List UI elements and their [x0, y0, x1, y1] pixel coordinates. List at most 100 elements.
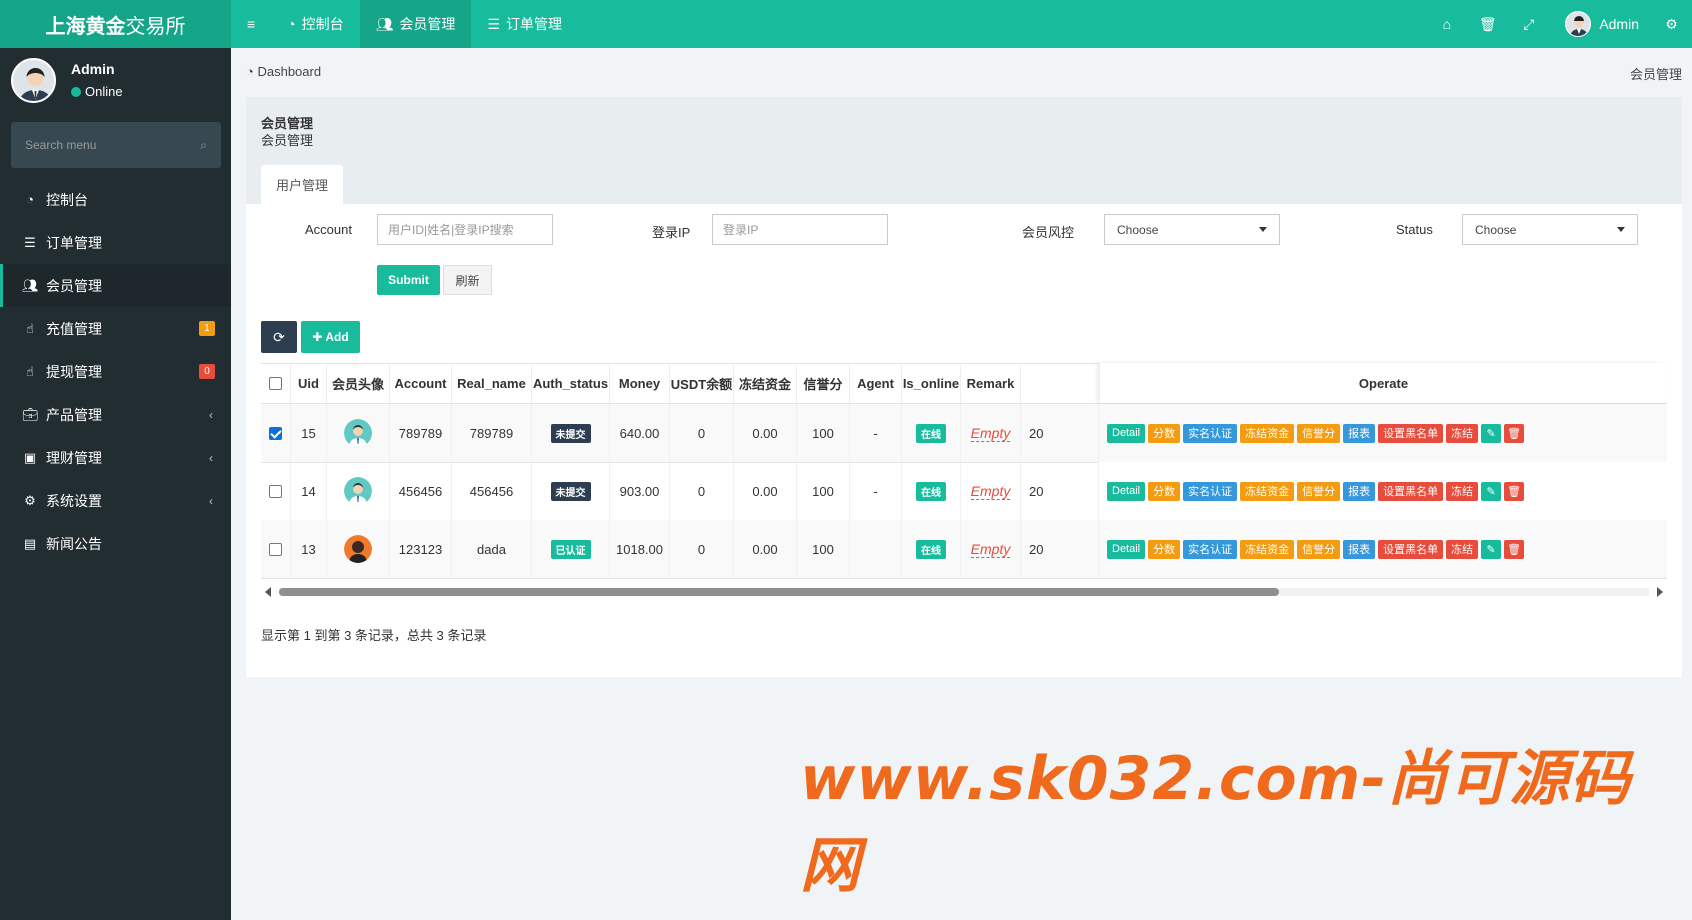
avatar[interactable] [344, 535, 372, 563]
sidebar-item-8[interactable]: ▤ 新闻公告 [0, 522, 231, 565]
sidebar-item-1[interactable]: ☰ 订单管理 [0, 221, 231, 264]
operate-button-3[interactable]: 冻结资金 [1240, 539, 1295, 559]
operate-header: Operate [1099, 363, 1667, 403]
operate-button-7[interactable]: 冻结 [1446, 481, 1479, 501]
topnav-members[interactable]: 👥︎ 会员管理 [359, 0, 472, 48]
operate-button-2[interactable]: 实名认证 [1183, 423, 1238, 443]
operate-button-3[interactable]: 冻结资金 [1240, 423, 1295, 443]
sidebar-item-6[interactable]: ▣ 理财管理 ‹ [0, 436, 231, 479]
sidebar-item-7[interactable]: ⚙ 系统设置 ‹ [0, 479, 231, 522]
cell-remark: Empty [961, 462, 1021, 520]
operate-button-2[interactable]: 实名认证 [1183, 481, 1238, 501]
clear-cache-button[interactable]: 🗑︎ [1467, 0, 1508, 48]
trash-icon[interactable]: 🗑︎ [1504, 539, 1525, 559]
breadcrumb[interactable]: ◔ Dashboard [246, 64, 321, 79]
settings-button[interactable]: ⚙ [1651, 0, 1692, 48]
app-logo[interactable]: 上海黄金 交易所 [0, 0, 231, 48]
operate-button-0[interactable]: Detail [1107, 423, 1146, 443]
row-select-cell [261, 404, 291, 462]
scroll-right-arrow-icon[interactable] [1657, 587, 1663, 597]
row-checkbox[interactable] [269, 484, 282, 498]
risk-select[interactable]: Choose [1104, 214, 1280, 245]
sidebar-item-3[interactable]: ☝ 充值管理 1 [0, 307, 231, 350]
account-search-input[interactable]: 用户ID|姓名|登录IP搜索 [377, 214, 553, 245]
operate-button-1[interactable]: 分数 [1148, 423, 1181, 443]
row-checkbox[interactable] [269, 542, 282, 556]
operate-button-5[interactable]: 报表 [1343, 423, 1376, 443]
trash-icon[interactable]: 🗑︎ [1504, 481, 1525, 501]
sidebar-search-input[interactable]: Search menu ⌕ [11, 122, 221, 168]
operate-button-7[interactable]: 冻结 [1446, 423, 1479, 443]
operate-button-6[interactable]: 设置黑名单 [1378, 481, 1444, 501]
add-button[interactable]: ✚ Add [301, 321, 360, 353]
operate-button-1[interactable]: 分数 [1148, 481, 1181, 501]
submit-button[interactable]: Submit [377, 265, 440, 295]
avatar[interactable] [344, 477, 372, 505]
edit-icon[interactable]: ✎ [1481, 539, 1502, 559]
sidebar-toggle-button[interactable]: ≡ [231, 0, 271, 48]
cell-uid: 13 [291, 520, 327, 578]
tab-user-management[interactable]: 用户管理 [261, 165, 343, 204]
operate-button-2[interactable]: 实名认证 [1183, 539, 1238, 559]
column-header[interactable]: Uid [291, 363, 327, 403]
row-checkbox[interactable] [269, 426, 282, 440]
operate-button-6[interactable]: 设置黑名单 [1378, 539, 1444, 559]
operate-button-5[interactable]: 报表 [1343, 481, 1376, 501]
column-header[interactable]: 信誉分 [797, 363, 850, 403]
online-status-badge: 在线 [916, 423, 946, 443]
column-header[interactable]: Agent [850, 363, 902, 403]
fullscreen-button[interactable]: ⤢ [1508, 0, 1549, 48]
column-header[interactable]: USDT余额 [670, 363, 734, 403]
cell-agent: - [850, 404, 902, 462]
sidebar-item-0[interactable]: ◔ 控制台 [0, 178, 231, 221]
column-header[interactable]: Auth_status [532, 363, 610, 403]
user-name: Admin [1599, 16, 1639, 32]
operate-button-1[interactable]: 分数 [1148, 539, 1181, 559]
operate-button-4[interactable]: 信誉分 [1297, 481, 1341, 501]
cell-frozen: 0.00 [734, 462, 797, 520]
operate-button-6[interactable]: 设置黑名单 [1378, 423, 1444, 443]
chevron-left-icon: ‹ [209, 493, 213, 508]
ip-search-input[interactable]: 登录IP [712, 214, 888, 245]
topnav-orders[interactable]: ☰ 订单管理 [471, 0, 578, 48]
remark-editable[interactable]: Empty [970, 483, 1011, 500]
column-header[interactable]: Real_name [452, 363, 532, 403]
status-select[interactable]: Choose [1462, 214, 1638, 245]
sidebar-item-5[interactable]: 💼︎ 产品管理 ‹ [0, 393, 231, 436]
refresh-form-button[interactable]: 刷新 [443, 265, 492, 295]
column-header[interactable]: Remark [961, 363, 1021, 403]
sidebar-item-label: 会员管理 [46, 277, 102, 294]
user-status: Online [71, 84, 123, 99]
sidebar-item-2[interactable]: 👥︎ 会员管理 [0, 264, 231, 307]
sidebar-item-4[interactable]: ☝ 提现管理 0 [0, 350, 231, 393]
edit-icon[interactable]: ✎ [1481, 423, 1502, 443]
column-header[interactable]: Account [390, 363, 452, 403]
avatar[interactable] [344, 419, 372, 447]
remark-editable[interactable]: Empty [970, 541, 1011, 558]
operate-button-4[interactable]: 信誉分 [1297, 539, 1341, 559]
table-scrollbar[interactable] [261, 585, 1667, 599]
cell-online: 在线 [902, 404, 961, 462]
operate-button-3[interactable]: 冻结资金 [1240, 481, 1295, 501]
home-button[interactable]: ⌂ [1426, 0, 1467, 48]
column-header[interactable]: Is_online [902, 363, 961, 403]
refresh-table-button[interactable]: ⟳ [261, 321, 297, 353]
column-header[interactable]: 冻结资金 [734, 363, 797, 403]
operate-button-0[interactable]: Detail [1107, 481, 1146, 501]
scroll-left-arrow-icon[interactable] [265, 587, 271, 597]
column-header[interactable]: 会员头像 [327, 363, 390, 403]
user-menu[interactable]: Admin [1549, 0, 1651, 48]
operate-button-5[interactable]: 报表 [1343, 539, 1376, 559]
column-header[interactable]: Money [610, 363, 670, 403]
scroll-thumb[interactable] [279, 588, 1279, 596]
trash-icon[interactable]: 🗑︎ [1504, 423, 1525, 443]
list-icon: ☰ [487, 15, 500, 32]
operate-button-7[interactable]: 冻结 [1446, 539, 1479, 559]
operate-button-4[interactable]: 信誉分 [1297, 423, 1341, 443]
topnav-dashboard[interactable]: ◔ 控制台 [271, 0, 359, 48]
edit-icon[interactable]: ✎ [1481, 481, 1502, 501]
remark-editable[interactable]: Empty [970, 425, 1011, 442]
cell-money: 640.00 [610, 404, 670, 462]
select-all-checkbox[interactable] [269, 376, 282, 390]
operate-button-0[interactable]: Detail [1107, 539, 1146, 559]
